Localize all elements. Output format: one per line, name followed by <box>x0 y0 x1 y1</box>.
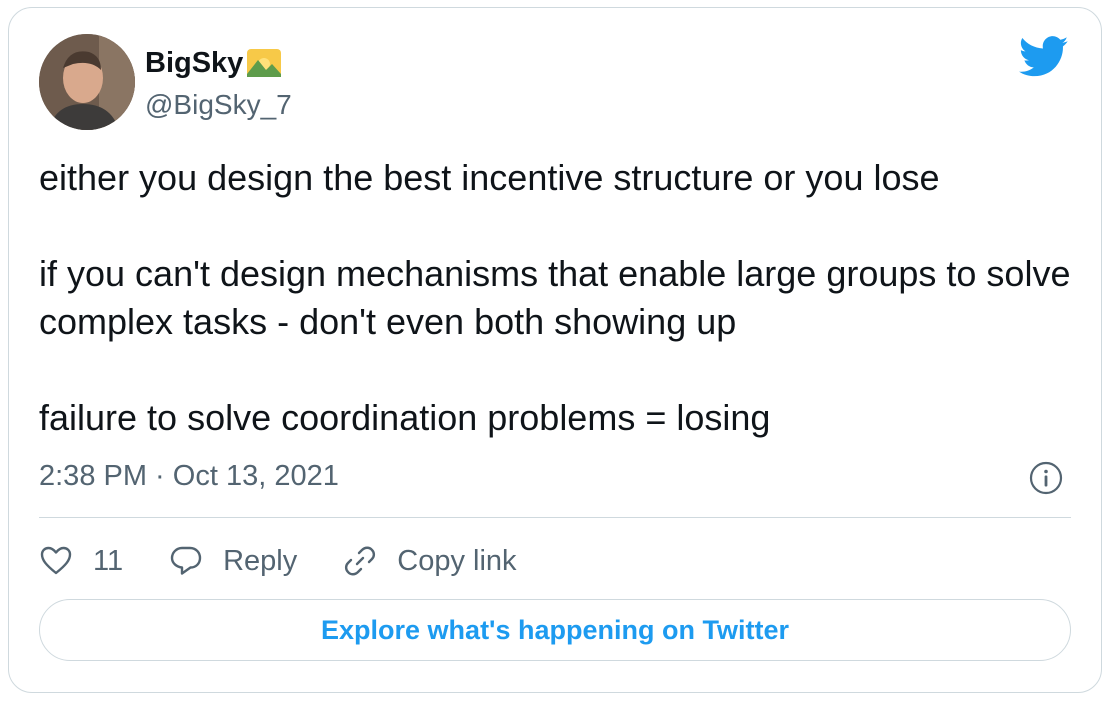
tweet-paragraph: either you design the best incentive str… <box>39 157 940 198</box>
divider <box>39 517 1071 518</box>
info-icon[interactable] <box>1029 461 1063 495</box>
explore-button[interactable]: Explore what's happening on Twitter <box>39 599 1071 661</box>
like-button[interactable]: 11 <box>39 544 123 578</box>
sunrise-over-mountains-emoji <box>247 49 282 77</box>
twitter-bird-icon[interactable] <box>1019 36 1069 78</box>
link-icon <box>345 546 376 576</box>
copy-link-label: Copy link <box>397 544 517 577</box>
copy-link-button[interactable]: Copy link <box>343 544 517 578</box>
reply-button[interactable]: Reply <box>169 544 297 578</box>
tweet-timestamp[interactable]: 2:38 PM · Oct 13, 2021 <box>39 458 339 494</box>
heart-icon <box>40 546 72 575</box>
tweet-paragraph: if you can't design mechanisms that enab… <box>39 253 1071 342</box>
avatar[interactable] <box>39 34 135 130</box>
author-handle[interactable]: @BigSky_7 <box>145 88 292 122</box>
author-name-text: BigSky <box>145 47 244 79</box>
author-name[interactable]: BigSky <box>145 46 282 80</box>
tweet-text: either you design the best incentive str… <box>39 154 1089 442</box>
reply-icon <box>170 546 202 575</box>
tweet-card: BigSky @BigSky_7 either you design the b… <box>8 7 1102 693</box>
like-count: 11 <box>93 544 124 577</box>
tweet-paragraph: failure to solve coordination problems =… <box>39 397 771 438</box>
action-bar: 11 Reply Copy link <box>39 538 563 584</box>
reply-label: Reply <box>223 544 298 577</box>
